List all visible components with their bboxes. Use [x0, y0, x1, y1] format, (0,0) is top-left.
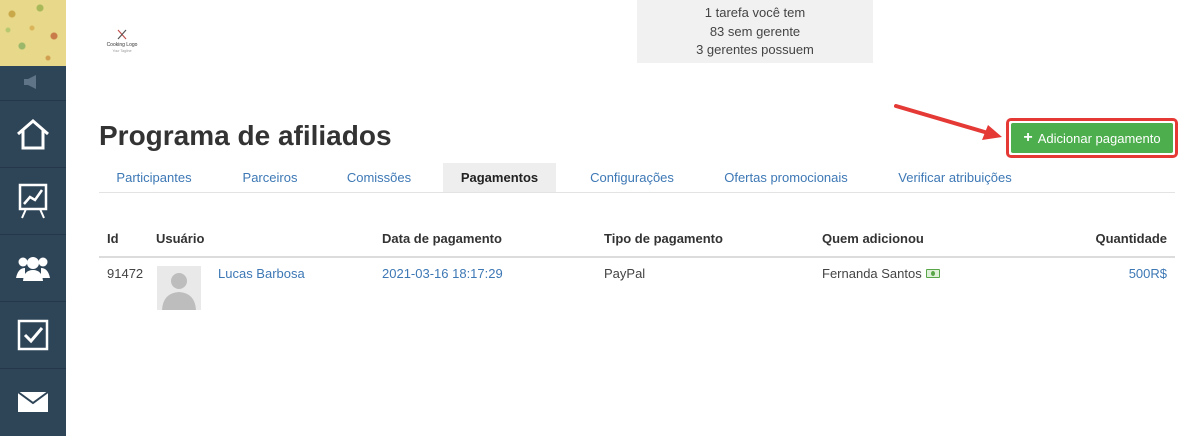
- svg-text:Cooking Logo: Cooking Logo: [107, 42, 138, 48]
- notice-managers: 3 gerentes possuem: [696, 42, 814, 57]
- notice-unmanaged: 83 sem gerente: [709, 23, 801, 39]
- notice-tasks: 1 tarefa você tem: [704, 5, 806, 20]
- tab-promo-offers[interactable]: Ofertas promocionais: [708, 163, 864, 192]
- added-by: Fernanda Santos: [822, 266, 940, 281]
- tab-partners[interactable]: Parceiros: [225, 163, 315, 192]
- company-logo: Cooking Logo Your Tagline: [104, 28, 140, 56]
- plus-icon: +: [1023, 129, 1033, 146]
- user-link[interactable]: Lucas Barbosa: [218, 266, 305, 281]
- sidebar-item-users[interactable]: [0, 234, 66, 301]
- payment-date-link[interactable]: 2021-03-16 18:17:29: [382, 266, 503, 281]
- add-payment-label: Adicionar pagamento: [1037, 130, 1161, 146]
- col-header-user[interactable]: Usuário: [156, 231, 204, 246]
- sidebar-item-tasks[interactable]: [0, 301, 66, 368]
- app-window: Cooking Logo Your Tagline 1 tarefa você …: [0, 0, 1199, 436]
- home-icon: [17, 119, 49, 150]
- add-payment-button[interactable]: + Adicionar pagamento: [1011, 123, 1173, 153]
- sidebar-item-stats[interactable]: [0, 167, 66, 234]
- added-by-name: Fernanda Santos: [822, 266, 922, 281]
- col-header-date[interactable]: Data de pagamento: [382, 231, 502, 246]
- mail-icon: [17, 391, 49, 412]
- payment-amount-link[interactable]: 500R$: [1129, 266, 1167, 281]
- col-header-type[interactable]: Tipo de pagamento: [604, 231, 723, 246]
- avatar: [157, 266, 201, 310]
- task-notice[interactable]: 1 tarefa você tem 83 sem gerente 3 geren…: [637, 0, 873, 63]
- sidebar-item-home[interactable]: [0, 100, 66, 167]
- table-header-divider: [99, 256, 1175, 258]
- chart-board-icon: [18, 183, 48, 219]
- checkbox-icon: [17, 319, 49, 351]
- sidebar-item-messages[interactable]: [0, 368, 66, 435]
- money-icon: [925, 269, 940, 279]
- payment-type: PayPal: [604, 266, 646, 281]
- tab-bar: Participantes Parceiros Comissões Pagame…: [99, 163, 1175, 193]
- svg-text:Your Tagline: Your Tagline: [112, 49, 131, 53]
- tab-commissions[interactable]: Comissões: [331, 163, 427, 192]
- tab-participants[interactable]: Participantes: [99, 163, 209, 192]
- page-title: Programa de afiliados: [99, 120, 392, 151]
- add-payment-highlight: + Adicionar pagamento: [1006, 118, 1178, 158]
- tab-settings[interactable]: Configurações: [572, 163, 692, 192]
- sidebar: [0, 0, 66, 436]
- annotation-arrow: [894, 104, 1002, 140]
- brand-pattern: [0, 0, 66, 66]
- users-icon: [16, 257, 50, 281]
- tab-payments[interactable]: Pagamentos: [443, 163, 556, 192]
- col-header-amount[interactable]: Quantidade: [1095, 231, 1167, 246]
- col-header-added-by[interactable]: Quem adicionou: [822, 231, 924, 246]
- payment-id: 91472: [107, 266, 144, 281]
- announcement-icon[interactable]: [0, 66, 66, 98]
- tab-verify-attributions[interactable]: Verificar atribuições: [880, 163, 1030, 192]
- col-header-id[interactable]: Id: [107, 231, 119, 246]
